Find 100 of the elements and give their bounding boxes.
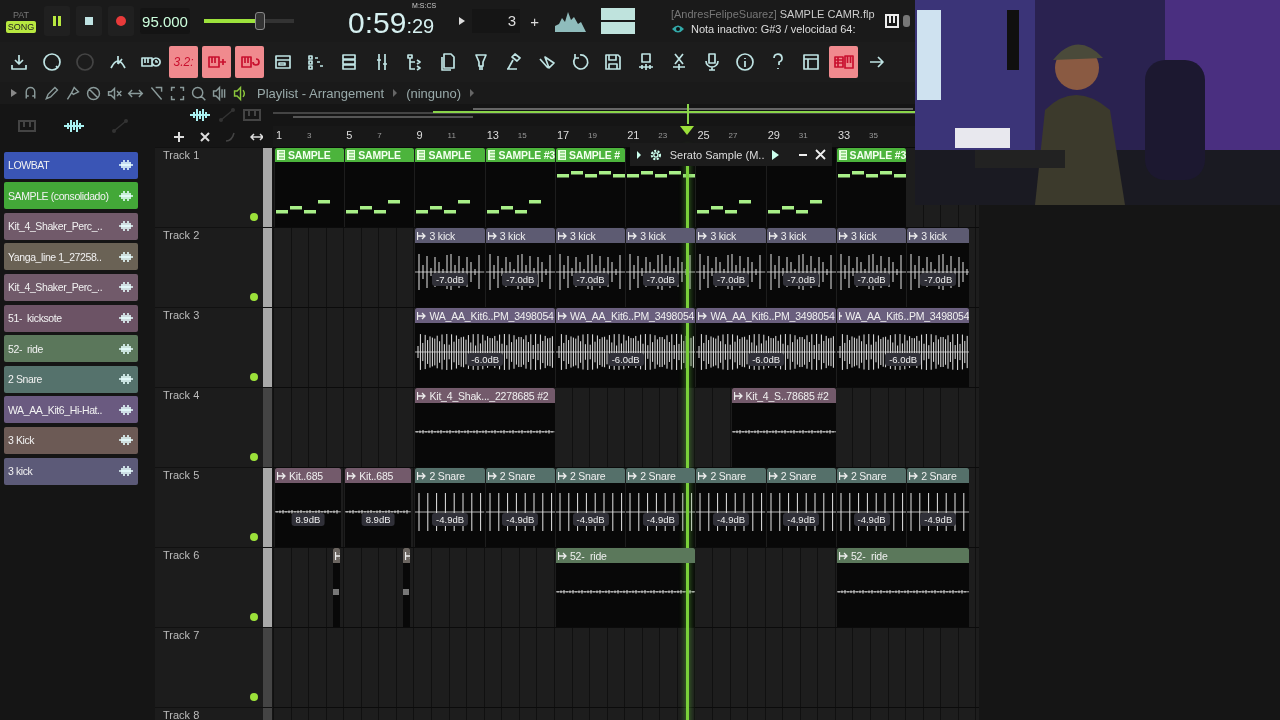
bar-number: 35: [869, 131, 878, 140]
volume-label: -4.9dB: [572, 513, 609, 526]
tempo-field[interactable]: 95.000: [140, 8, 190, 34]
audio-clip[interactable]: 52- ride: [555, 548, 696, 627]
add-pattern-button[interactable]: +: [526, 12, 543, 30]
audio-clip[interactable]: 3 kick -7.0dB: [696, 228, 766, 307]
audio-clip[interactable]: 2 Snare -4.9dB: [836, 468, 907, 547]
track-header[interactable]: Track 1: [155, 147, 263, 227]
clip-header[interactable]: 2 Snare: [836, 468, 907, 483]
clip-name: 52- ride: [850, 549, 888, 562]
channel-button[interactable]: 3 Kick: [4, 426, 138, 454]
audio-clip[interactable]: 3 kick -7.0dB: [766, 228, 836, 307]
track-header[interactable]: Track 7: [155, 627, 263, 707]
clip-name: 2 Snare: [640, 469, 676, 482]
audio-clip[interactable]: Kit..685 8.9dB: [345, 468, 411, 547]
audio-clip[interactable]: 3 kick -7.0dB: [555, 228, 626, 307]
clip-header[interactable]: 3 kick: [415, 228, 485, 243]
clip-header[interactable]: 3 kick: [836, 228, 907, 243]
bar-number: 25: [697, 129, 710, 141]
clip-header[interactable]: 3 kick: [555, 228, 626, 243]
clip-header[interactable]: Kit_4_S..78685 #2: [731, 388, 836, 403]
track-lane[interactable]: 52- ride 52- ride: [273, 547, 979, 627]
clip-header[interactable]: 2 Snare: [696, 468, 766, 483]
audio-clip[interactable]: 2 Snare -4.9dB: [415, 468, 485, 547]
audio-clip[interactable]: 3 kick -7.0dB: [415, 228, 485, 307]
clip-header[interactable]: 52- ride: [836, 548, 970, 563]
channel-button[interactable]: 51- kicksote: [4, 304, 138, 332]
clip-header[interactable]: 2 Snare: [485, 468, 555, 483]
channel-name: Yanga_line 1_27258..: [8, 250, 102, 263]
mode-option[interactable]: PAT: [10, 9, 32, 21]
track-name: Track 5: [163, 469, 200, 481]
audio-clip[interactable]: 2 Snare -4.9dB: [766, 468, 836, 547]
audio-clip[interactable]: 3 kick -7.0dB: [836, 228, 907, 307]
audio-clip[interactable]: Kit_4_Shak..._2278685 #2: [415, 388, 555, 467]
audio-clip[interactable]: Kit..685 8.9dB: [275, 468, 341, 547]
track-name: Track 7: [163, 629, 200, 641]
clip-header[interactable]: Kit_4_Shak..._2278685 #2: [415, 388, 555, 403]
clip-header[interactable]: 2 Snare: [415, 468, 485, 483]
track-header[interactable]: Track 6: [155, 547, 263, 627]
track-header[interactable]: Track 3: [155, 307, 263, 387]
audio-clip[interactable]: Kit_4_S..78685 #2: [731, 388, 836, 467]
audio-clip[interactable]: WA_AA_Kit6..PM_3498054 -6.0dB: [836, 308, 970, 387]
channel-button[interactable]: Kit_4_Shaker_Perc_..: [4, 273, 138, 301]
clip-name: SAMPLE: [288, 149, 331, 161]
clip-header[interactable]: 3 kick: [626, 228, 696, 243]
clip-name: SAMPLE #3: [849, 149, 907, 161]
clip-header[interactable]: 3 kick: [766, 228, 836, 243]
clip-header[interactable]: Kit..685: [345, 468, 411, 483]
channel-button[interactable]: 52- ride: [4, 335, 138, 363]
clip-header[interactable]: 2 Snare: [907, 468, 970, 483]
track-header[interactable]: Track 4: [155, 387, 263, 467]
clip-header[interactable]: WA_AA_Kit6..PM_3498054: [836, 308, 970, 323]
channel-button[interactable]: LOWBAT: [4, 151, 138, 179]
audio-clip[interactable]: WA_AA_Kit6..PM_3498054 -6.0dB: [696, 308, 836, 387]
track-lane[interactable]: Kit..685 8.9dB Kit..685 8.9dB 2 Snare -4.9dB 2 Snare -4.9dB 2 Snare -4.9dB 2 Snare -4.9dB 2 Snare -4.9dB 2 Snare -4.9dB 2 Snare -4.9dB 2 Snare -4.9dB: [273, 467, 979, 547]
mode-option[interactable]: SONG: [5, 21, 37, 33]
pattern-name[interactable]: (ninguno): [406, 85, 462, 101]
audio-clip[interactable]: 2 Snare -4.9dB: [485, 468, 555, 547]
track-name: Track 8: [163, 709, 200, 720]
channel-button[interactable]: WA_AA_Kit6_Hi-Hat..: [4, 396, 138, 424]
volume-label: -4.9dB: [502, 513, 539, 526]
track-header[interactable]: Track 2: [155, 227, 263, 307]
clip-header[interactable]: 3 kick: [485, 228, 555, 243]
clip-header[interactable]: WA_AA_Kit6..PM_3498054: [415, 308, 555, 323]
channel-button[interactable]: 3 kick: [4, 457, 138, 485]
clip-header[interactable]: 3 kick: [907, 228, 970, 243]
channel-button[interactable]: 2 Snare: [4, 365, 138, 393]
audio-clip[interactable]: WA_AA_Kit6..PM_3498054 -6.0dB: [555, 308, 696, 387]
track-header[interactable]: Track 8: [155, 707, 263, 720]
audio-clip[interactable]: 2 Snare -4.9dB: [626, 468, 696, 547]
volume-label: -6.0dB: [607, 353, 644, 366]
clip-header[interactable]: 3 kick: [696, 228, 766, 243]
track-lane[interactable]: 3 kick -7.0dB 3 kick -7.0dB 3 kick -7.0dB 3 kick -7.0dB 3 kick -7.0dB 3 kick -7.0dB 3 kick -7.0dB 3 kick -7.0dB: [273, 227, 979, 307]
clip-name: WA_AA_Kit6..PM_3498054: [710, 309, 835, 322]
track-name: Track 3: [163, 309, 200, 321]
clip-header[interactable]: 2 Snare: [555, 468, 626, 483]
clip-header[interactable]: Kit..685: [275, 468, 341, 483]
audio-clip[interactable]: 2 Snare -4.9dB: [907, 468, 970, 547]
clip-header[interactable]: 52- ride: [555, 548, 696, 563]
track-lane[interactable]: Kit_4_Shak..._2278685 #2 Kit_4_S..78685 #2: [273, 387, 979, 467]
audio-clip[interactable]: 3 kick -7.0dB: [485, 228, 555, 307]
clip-header[interactable]: WA_AA_Kit6..PM_3498054: [696, 308, 836, 323]
channel-button[interactable]: Yanga_line 1_27258..: [4, 243, 138, 271]
track-lane[interactable]: WA_AA_Kit6..PM_3498054 -6.0dB WA_AA_Kit6..PM_3498054 -6.0dB WA_AA_Kit6..PM_3498054 -6.0dB WA_AA_Kit6..PM_3498054 -6.0dB: [273, 307, 979, 387]
audio-clip[interactable]: 3 kick -7.0dB: [626, 228, 696, 307]
audio-clip[interactable]: 2 Snare -4.9dB: [696, 468, 766, 547]
audio-clip[interactable]: 2 Snare -4.9dB: [555, 468, 626, 547]
audio-clip[interactable]: WA_AA_Kit6..PM_3498054 -6.0dB: [415, 308, 555, 387]
bar-number: 5: [346, 129, 353, 141]
clip-header[interactable]: 2 Snare: [766, 468, 836, 483]
audio-clip[interactable]: 3 kick -7.0dB: [907, 228, 970, 307]
pat-song-toggle[interactable]: PAT SONG: [4, 9, 38, 33]
channel-button[interactable]: Kit_4_Shaker_Perc_..: [4, 212, 138, 240]
clip-header[interactable]: 2 Snare: [626, 468, 696, 483]
volume-label: -6.0dB: [748, 353, 785, 366]
clip-header[interactable]: WA_AA_Kit6..PM_3498054: [555, 308, 696, 323]
audio-clip[interactable]: 52- ride: [836, 548, 970, 627]
hint-text: Nota inactivo: G#3 / velocidad 64:: [690, 22, 856, 35]
pattern-selector[interactable]: 3: [472, 9, 521, 33]
track-header[interactable]: Track 5: [155, 467, 263, 547]
